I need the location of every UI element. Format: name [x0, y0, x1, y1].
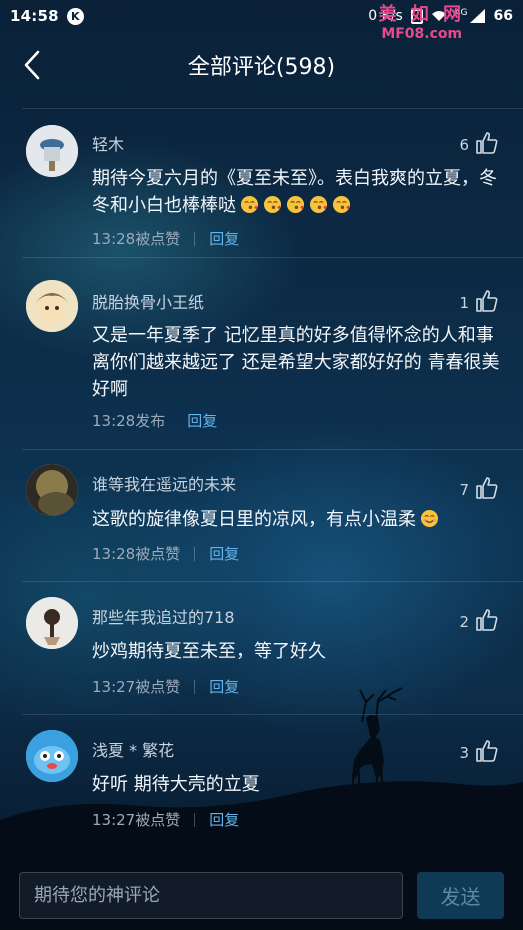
meta-separator	[194, 231, 196, 246]
avatar[interactable]	[26, 464, 78, 516]
comment-username[interactable]: 那些年我追过的718	[92, 604, 235, 628]
reply-link[interactable]: 回复	[187, 410, 217, 431]
avatar[interactable]	[26, 597, 78, 649]
k-badge-icon: K	[66, 7, 84, 25]
avatar-image	[26, 464, 78, 516]
thumbs-up-icon	[476, 609, 498, 631]
like-count: 1	[459, 294, 469, 312]
comment-text: 又是一年夏季了 记忆里真的好多值得怀念的人和事 离你们越来越远了 还是希望大家都…	[92, 325, 500, 400]
comment-text-body: 这歌的旋律像夏日里的凉风，有点小温柔	[92, 509, 416, 530]
comment-text: 炒鸡期待夏至未至，等了好久	[92, 641, 326, 662]
comment-input[interactable]: 期待您的神评论	[19, 872, 403, 919]
comment-text: 好听 期待大壳的立夏	[92, 774, 260, 795]
like-count: 2	[459, 613, 469, 631]
comment-time: 13:28被点赞	[92, 545, 181, 563]
comment-username[interactable]: 脱胎换骨小王纸	[92, 289, 204, 313]
avatar-image	[26, 125, 78, 177]
comment-text: 期待今夏六月的《夏至未至》。表白我爽的立夏，冬冬和小白也棒棒哒	[92, 165, 502, 219]
like-button[interactable]: 2	[459, 608, 499, 632]
reply-link[interactable]: 回复	[209, 543, 239, 564]
like-count: 3	[459, 744, 469, 762]
comment-time: 13:28被点赞	[92, 230, 181, 248]
comment-meta: 13:28发布 回复	[92, 410, 217, 431]
like-count: 7	[459, 481, 469, 499]
watermark-top: 美 如 网	[378, 4, 465, 25]
reply-link[interactable]: 回复	[209, 228, 239, 249]
kiss-emoji-icon	[309, 195, 328, 214]
comment-meta: 13:28被点赞 回复	[92, 543, 239, 564]
like-button[interactable]: 6	[459, 131, 499, 155]
avatar-image	[26, 280, 78, 332]
reply-link[interactable]: 回复	[209, 676, 239, 697]
send-button[interactable]: 发送	[417, 872, 504, 919]
page-title: 全部评论(598)	[187, 55, 336, 80]
avatar[interactable]	[26, 125, 78, 177]
like-button[interactable]: 7	[459, 476, 499, 500]
comment-meta: 13:27被点赞 回复	[92, 676, 239, 697]
reply-link[interactable]: 回复	[209, 809, 239, 830]
comment-item: 轻木 6 期待今夏六月的《夏至未至》。表白我爽的立夏，冬冬和小白也棒棒哒 13:…	[0, 110, 523, 258]
meta-separator	[194, 679, 196, 694]
comment-item: 脱胎换骨小王纸 1 又是一年夏季了 记忆里真的好多值得怀念的人和事 离你们越来越…	[0, 258, 523, 450]
signal-icon	[469, 9, 485, 23]
avatar-image	[26, 597, 78, 649]
like-count: 6	[459, 136, 469, 154]
comment-input-bar: 期待您的神评论 发送	[0, 860, 523, 930]
header: 全部评论(598)	[0, 32, 523, 98]
comment-item: 浅夏 * 繁花 3 好听 期待大壳的立夏 13:27被点赞 回复	[0, 715, 523, 850]
thumbs-up-icon	[476, 290, 498, 312]
comment-username[interactable]: 谁等我在遥远的未来	[92, 471, 236, 495]
comment-item: 谁等我在遥远的未来 7 这歌的旋律像夏日里的凉风，有点小温柔 13:28被点赞 …	[0, 450, 523, 582]
comment-time: 13:27被点赞	[92, 678, 181, 696]
comment-meta: 13:27被点赞 回复	[92, 809, 239, 830]
kiss-emoji-icon	[240, 195, 259, 214]
kiss-emoji-icon	[263, 195, 282, 214]
comment-username[interactable]: 轻木	[92, 131, 124, 155]
avatar[interactable]	[26, 280, 78, 332]
thumbs-up-icon	[476, 132, 498, 154]
list-top-divider	[22, 108, 523, 109]
chevron-left-icon	[24, 50, 40, 80]
comment-time: 13:28发布	[92, 412, 166, 430]
kiss-emoji-icon	[332, 195, 351, 214]
like-button[interactable]: 1	[459, 289, 499, 313]
comment-text: 这歌的旋律像夏日里的凉风，有点小温柔	[92, 506, 502, 533]
like-button[interactable]: 3	[459, 739, 499, 763]
thumbs-up-icon	[476, 740, 498, 762]
comment-time: 13:27被点赞	[92, 811, 181, 829]
kiss-emoji-icon	[286, 195, 305, 214]
comment-username[interactable]: 浅夏 * 繁花	[92, 737, 174, 761]
avatar-image	[26, 730, 78, 782]
meta-separator	[194, 546, 196, 561]
thumbs-up-icon	[476, 477, 498, 499]
avatar[interactable]	[26, 730, 78, 782]
meta-separator	[194, 812, 196, 827]
comment-meta: 13:28被点赞 回复	[92, 228, 239, 249]
status-time: 14:58	[10, 7, 59, 25]
comment-item: 那些年我追过的718 2 炒鸡期待夏至未至，等了好久 13:27被点赞 回复	[0, 582, 523, 715]
back-button[interactable]	[14, 47, 50, 83]
smile-emoji-icon	[420, 509, 439, 528]
battery-level: 66	[493, 8, 513, 24]
